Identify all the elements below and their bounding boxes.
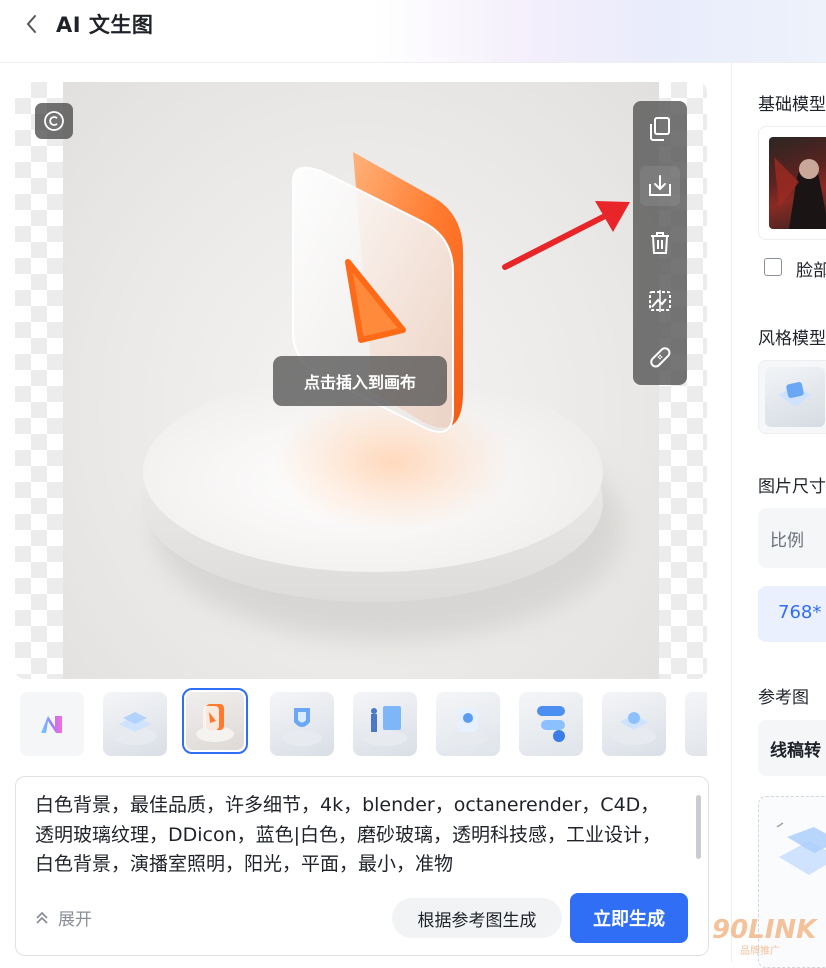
size-option-selected[interactable]: 768*: [758, 586, 826, 642]
prompt-textarea[interactable]: 白色背景，最佳品质，许多细节，4k，blender，octanerender，C…: [35, 791, 675, 881]
expand-label: 展开: [58, 910, 92, 930]
copy-icon: [650, 117, 670, 141]
generate-from-reference-button[interactable]: 根据参考图生成: [392, 898, 562, 938]
style-model-thumbnail: [765, 367, 825, 427]
thumbnail-item[interactable]: [103, 692, 167, 756]
image-size-label: 图片尺寸: [758, 477, 826, 497]
style-model-label: 风格模型: [758, 329, 826, 349]
delete-button[interactable]: [640, 223, 680, 263]
remove-background-icon: [649, 290, 671, 312]
remove-background-button[interactable]: [640, 281, 680, 321]
thumbnail-item[interactable]: [602, 692, 666, 756]
thumbnail-strip: [15, 686, 707, 762]
watermark-tagline: 品牌推广: [740, 944, 780, 957]
base-model-card[interactable]: [758, 126, 826, 240]
watermark-brand: 90LINK: [712, 915, 818, 945]
thumbnail-item[interactable]: [353, 692, 417, 756]
repair-button[interactable]: [640, 337, 680, 377]
base-model-label: 基础模型: [758, 95, 826, 115]
prompt-panel: 白色背景，最佳品质，许多细节，4k，blender，octanerender，C…: [15, 776, 709, 956]
ratio-label: 比例: [770, 531, 804, 551]
image-preview[interactable]: 点击插入到画布: [15, 82, 707, 679]
page-title: AI 文生图: [56, 13, 154, 37]
delete-icon: [651, 232, 669, 254]
back-chevron-icon[interactable]: [22, 12, 42, 36]
expand-toggle[interactable]: 展开: [34, 905, 92, 930]
download-button[interactable]: [640, 166, 680, 206]
app-logo-icon: [41, 716, 62, 733]
size-value: 768*: [778, 602, 822, 623]
thumbnail-item[interactable]: [519, 692, 583, 756]
insert-to-canvas-tip[interactable]: 点击插入到画布: [273, 356, 447, 406]
watermark-logo: 90LINK 品牌推广: [712, 915, 818, 957]
red-arrow-annotation: [502, 201, 630, 270]
line-art-label: 线稿转: [770, 741, 821, 761]
face-checkbox[interactable]: [764, 258, 782, 276]
thumbnail-item[interactable]: [685, 692, 707, 756]
copy-button[interactable]: [640, 109, 680, 149]
face-label: 脸部: [796, 261, 826, 281]
double-chevron-up-icon: [36, 911, 48, 924]
image-action-toolbar: [633, 101, 687, 385]
base-model-thumbnail: [769, 137, 826, 229]
thumbnail-item[interactable]: [270, 692, 334, 756]
style-model-card[interactable]: [758, 360, 826, 434]
line-art-option[interactable]: 线稿转: [758, 720, 826, 776]
thumbnail-logo[interactable]: [20, 692, 84, 756]
thumbnail-item[interactable]: [436, 692, 500, 756]
bandage-icon: [650, 347, 671, 368]
copyright-icon[interactable]: [35, 103, 73, 139]
prompt-scrollbar[interactable]: [696, 795, 701, 859]
ratio-selector[interactable]: 比例: [758, 508, 826, 568]
panel-divider: [731, 62, 732, 962]
glass-play-icon: [292, 152, 463, 433]
thumbnail-item-selected[interactable]: [182, 688, 248, 754]
header: AI 文生图: [0, 0, 826, 63]
generate-now-button[interactable]: 立即生成: [570, 893, 688, 943]
reference-label: 参考图: [758, 688, 809, 708]
download-icon: [649, 175, 671, 196]
